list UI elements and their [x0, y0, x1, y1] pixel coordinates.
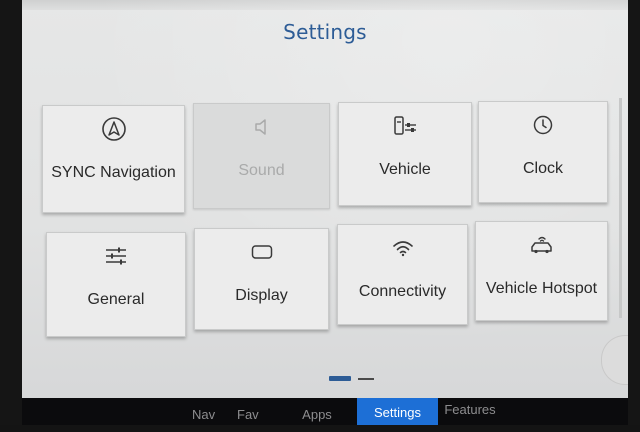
- car-hotspot-icon: [527, 232, 557, 258]
- tile-label: Clock: [522, 160, 563, 177]
- tile-label: Vehicle Hotspot: [485, 280, 598, 297]
- page-indicator[interactable]: [329, 376, 374, 381]
- tile-label: Connectivity: [358, 283, 447, 300]
- sliders-icon: [103, 243, 129, 269]
- tile-display[interactable]: Display: [194, 228, 329, 330]
- next-page-edge: [619, 98, 622, 318]
- tile-vehicle[interactable]: Vehicle: [338, 102, 472, 206]
- speaker-icon: [251, 114, 273, 140]
- tile-label: Display: [235, 287, 288, 304]
- tile-general[interactable]: General: [46, 232, 186, 337]
- tile-label: Sound: [238, 162, 285, 179]
- tile-clock[interactable]: Clock: [478, 101, 608, 203]
- bottom-nav-bar: Nav Fav Apps Settings Features: [22, 398, 628, 425]
- nav-tab-apps[interactable]: Apps: [277, 398, 357, 425]
- vehicle-settings-icon: [392, 113, 418, 139]
- settings-screen: Settings SYNC Navigation Sound Vehicle C…: [22, 0, 628, 408]
- tile-label: Vehicle: [379, 161, 431, 178]
- nav-tab-fav[interactable]: Fav: [237, 398, 277, 425]
- tile-sync-navigation[interactable]: SYNC Navigation: [42, 105, 185, 213]
- wifi-icon: [391, 235, 415, 261]
- nav-tab-nav[interactable]: Nav: [22, 398, 237, 425]
- nav-tab-features[interactable]: Features: [438, 398, 502, 425]
- page-indicator-inactive[interactable]: [358, 377, 374, 380]
- tile-label: SYNC Navigation: [51, 164, 176, 181]
- tile-sound: Sound: [193, 103, 330, 209]
- tile-label: General: [87, 291, 145, 308]
- settings-grid: SYNC Navigation Sound Vehicle Clock Gene…: [22, 0, 628, 408]
- clock-icon: [532, 112, 554, 138]
- tile-connectivity[interactable]: Connectivity: [337, 224, 468, 325]
- page-indicator-active[interactable]: [329, 376, 351, 381]
- navigation-arrow-icon: [101, 116, 127, 142]
- tile-vehicle-hotspot[interactable]: Vehicle Hotspot: [475, 221, 608, 321]
- display-icon: [250, 239, 274, 265]
- nav-tab-settings[interactable]: Settings: [357, 398, 438, 425]
